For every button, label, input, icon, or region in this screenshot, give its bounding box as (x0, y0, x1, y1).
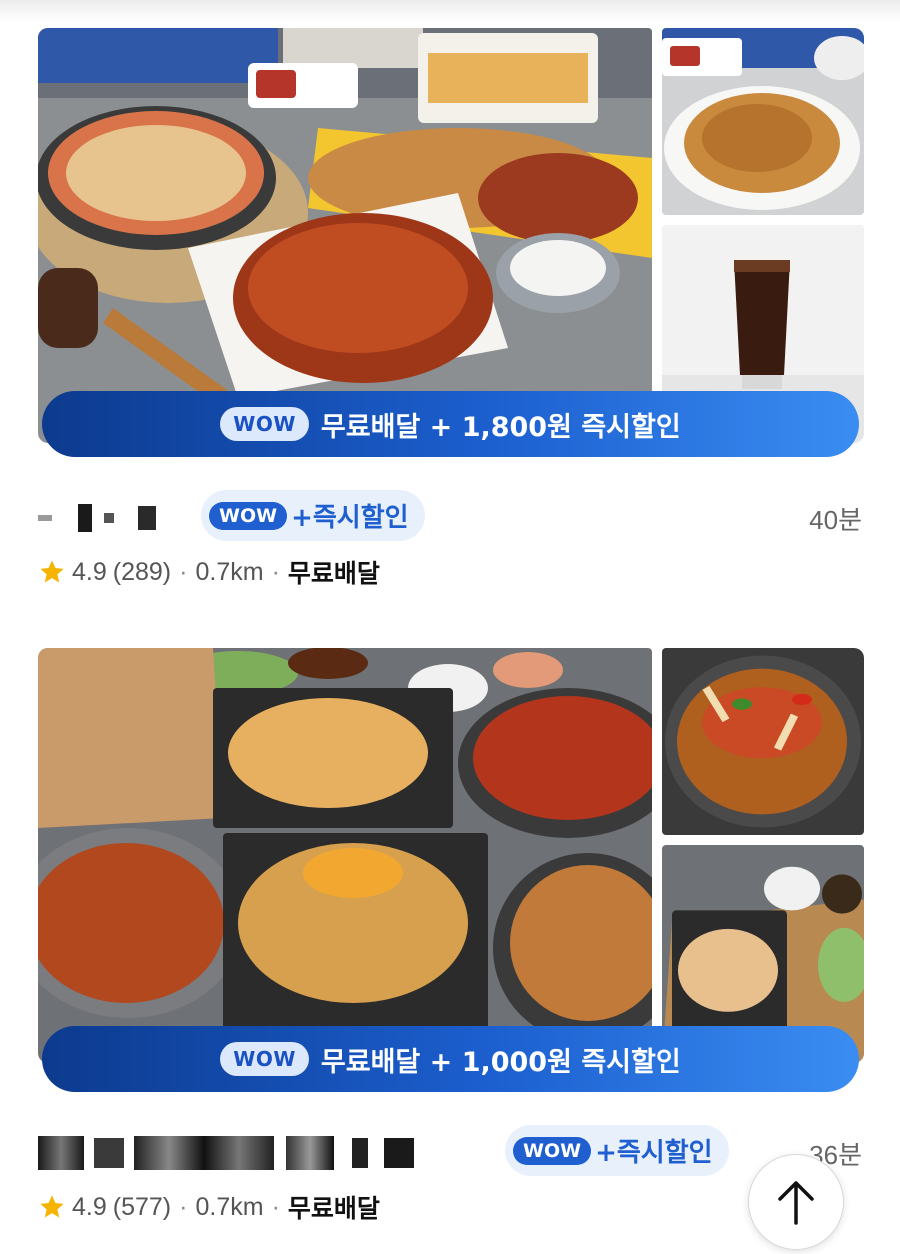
meta-separator: · (271, 1192, 280, 1221)
wow-promo-banner[interactable]: WOW 무료배달 + 1,800원 즉시할인 (42, 391, 859, 457)
distance: 0.7km (195, 1192, 264, 1221)
store-photo-gallery[interactable] (38, 648, 864, 1063)
delivery-time: 40분 (809, 505, 862, 535)
wow-label: WOW (220, 407, 309, 441)
meta-separator: · (271, 557, 280, 586)
promo-text: 무료배달 + 1,000원 즉시할인 (320, 1046, 681, 1078)
wow-badge-text: +즉시할인 (291, 503, 409, 533)
store-name-redacted[interactable] (38, 500, 156, 536)
rating-value: 4.9 (72, 1192, 107, 1221)
store-meta-row: 4.9 (577) · 0.7km · 무료배달 (38, 1191, 380, 1223)
scroll-to-top-button[interactable] (748, 1154, 844, 1250)
wow-discount-badge: WOW +즉시할인 (505, 1125, 729, 1176)
meta-separator: · (179, 1192, 188, 1221)
store-info-row: WOW +즉시할인 40분 (38, 488, 862, 548)
wow-promo-banner[interactable]: WOW 무료배달 + 1,000원 즉시할인 (42, 1026, 859, 1092)
star-icon (40, 1195, 64, 1218)
review-count: (289) (112, 557, 172, 586)
delivery-fee-label: 무료배달 (287, 560, 380, 588)
store-photo-side-top[interactable] (662, 648, 864, 835)
store-meta-row: 4.9 (289) · 0.7km · 무료배달 (38, 556, 380, 588)
promo-text: 무료배달 + 1,800원 즉시할인 (320, 411, 681, 443)
wow-label: WOW (220, 1042, 309, 1076)
store-info-row: WOW +즉시할인 36분 (38, 1123, 862, 1183)
store-photo-main[interactable] (38, 28, 652, 443)
top-edge-shadow (0, 0, 900, 22)
review-count: (577) (112, 1192, 172, 1221)
store-name-redacted[interactable] (38, 1135, 414, 1171)
meta-separator: · (179, 557, 188, 586)
arrow-up-icon (778, 1181, 814, 1225)
delivery-fee-label: 무료배달 (287, 1195, 380, 1223)
distance: 0.7km (195, 557, 264, 586)
star-icon (40, 560, 64, 583)
wow-badge-label: WOW (513, 1136, 592, 1165)
wow-badge-label: WOW (209, 501, 288, 530)
store-photo-gallery[interactable] (38, 28, 864, 443)
store-photo-main[interactable] (38, 648, 652, 1063)
rating-value: 4.9 (72, 557, 107, 586)
wow-discount-badge: WOW +즉시할인 (201, 490, 425, 541)
store-photo-side-top[interactable] (662, 28, 864, 215)
wow-badge-text: +즉시할인 (595, 1138, 713, 1168)
